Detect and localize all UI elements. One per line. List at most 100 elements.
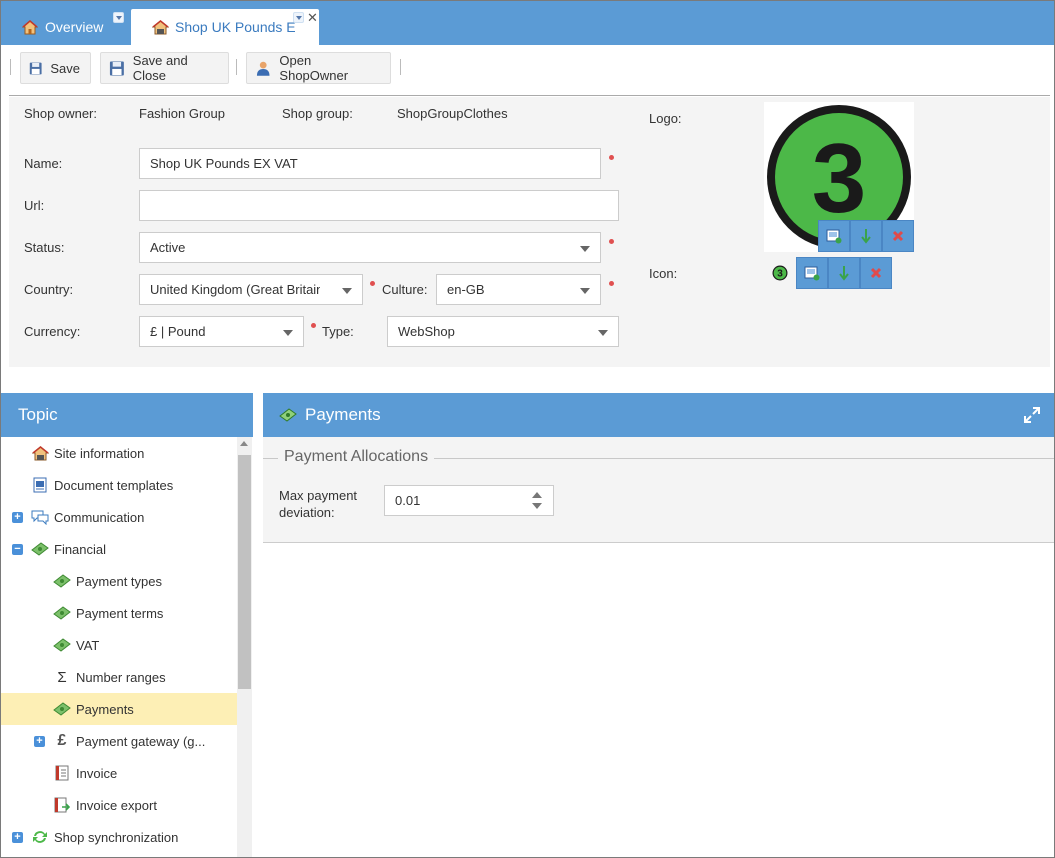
open-shop-owner-label: Open ShopOwner — [279, 53, 349, 83]
application-window: Overview Shop UK Pounds E ✕ Save Save an… — [0, 0, 1055, 858]
tree-item-document-templates[interactable]: Document templates — [1, 469, 237, 501]
tree-item-shop-synchronization[interactable]: + Shop synchronization — [1, 821, 237, 853]
icon-upload-button[interactable] — [796, 257, 828, 289]
icon-delete-button[interactable] — [860, 257, 892, 289]
logo-label: Logo: — [649, 111, 682, 126]
spin-down-icon[interactable] — [532, 503, 542, 509]
payments-panel-header: Payments — [263, 393, 1054, 437]
shop-owner-label: Shop owner: — [24, 106, 97, 121]
tree-item-label: Payment types — [76, 573, 162, 589]
tab-menu-icon[interactable] — [293, 12, 304, 23]
toolbar-separator — [236, 59, 237, 75]
tab-menu-icon[interactable] — [113, 12, 124, 23]
country-select-value: United Kingdom (Great Britain) — [150, 282, 320, 297]
tree-item-payment-terms[interactable]: Payment terms — [1, 597, 237, 629]
currency-label: Currency: — [24, 324, 81, 339]
expand-icon[interactable]: + — [12, 832, 23, 843]
tab-shop[interactable]: Shop UK Pounds E ✕ — [131, 9, 319, 45]
tree-item-invoice-export[interactable]: Invoice export — [1, 789, 237, 821]
tree-item-financial[interactable]: − Financial — [1, 533, 237, 565]
delete-icon — [892, 230, 904, 242]
tree-item-label: Shop synchronization — [54, 829, 179, 845]
chevron-down-icon — [598, 330, 608, 336]
money-icon — [279, 406, 299, 424]
tree-item-label: Financial — [54, 541, 107, 557]
money-icon — [53, 572, 71, 590]
topic-title: Topic — [18, 405, 58, 424]
tree-item-payment-types[interactable]: Payment types — [1, 565, 237, 597]
collapse-icon[interactable]: − — [12, 544, 23, 555]
tree-item-label: Payments — [76, 701, 134, 717]
save-and-close-label: Save and Close — [132, 53, 188, 83]
max-payment-deviation-value: 0.01 — [395, 493, 421, 508]
document-icon — [31, 476, 49, 494]
tree-item-site-information[interactable]: Site information — [1, 437, 237, 469]
culture-select[interactable]: en-GB — [436, 274, 601, 305]
tree-item-payments[interactable]: Payments — [1, 693, 237, 725]
logo-download-button[interactable] — [850, 220, 882, 252]
toolbar-separator — [10, 59, 11, 75]
tree-item-label: Communication — [54, 509, 145, 525]
shop-icon-preview: 3 — [772, 265, 788, 281]
status-select-value: Active — [150, 240, 186, 255]
required-indicator — [609, 281, 614, 286]
save-button[interactable]: Save — [20, 52, 91, 84]
tree-item-label: Payment gateway (g... — [76, 733, 206, 749]
tree-item-label: Document templates — [54, 477, 174, 493]
country-select[interactable]: United Kingdom (Great Britain) — [139, 274, 363, 305]
topic-scrollbar-thumb[interactable] — [238, 455, 251, 689]
chevron-down-icon — [580, 246, 590, 252]
money-icon — [31, 540, 49, 558]
status-label: Status: — [24, 240, 65, 255]
icon-label: Icon: — [649, 266, 678, 281]
logo-delete-button[interactable] — [882, 220, 914, 252]
maximize-icon[interactable] — [1024, 407, 1040, 423]
close-icon[interactable]: ✕ — [307, 10, 318, 26]
name-label: Name: — [24, 156, 63, 171]
save-button-label: Save — [50, 60, 80, 76]
sync-icon — [31, 828, 49, 846]
topic-tree: Site information Document templates + Co… — [1, 437, 237, 857]
image-upload-icon — [804, 266, 820, 281]
chevron-down-icon — [283, 330, 293, 336]
tab-shop-label: Shop UK Pounds E — [175, 19, 296, 35]
tree-item-label: Number ranges — [76, 669, 166, 685]
scroll-up-icon[interactable] — [240, 441, 248, 446]
url-input[interactable] — [139, 190, 619, 221]
required-indicator — [609, 239, 614, 244]
tab-bar: Overview Shop UK Pounds E ✕ — [1, 1, 1054, 45]
floppy-icon — [29, 62, 42, 74]
payment-allocations-title: Payment Allocations — [278, 448, 435, 466]
tree-item-communication[interactable]: + Communication — [1, 501, 237, 533]
icon-download-button[interactable] — [828, 257, 860, 289]
max-payment-deviation-label-line1: Max payment — [279, 488, 358, 503]
tree-item-invoice[interactable]: Invoice — [1, 757, 237, 789]
tree-item-payment-gateway[interactable]: + £ Payment gateway (g... — [1, 725, 237, 757]
tree-item-label: VAT — [76, 637, 100, 653]
open-shop-owner-button[interactable]: Open ShopOwner — [246, 52, 391, 84]
tree-item-vat[interactable]: VAT — [1, 629, 237, 661]
spin-up-icon[interactable] — [532, 492, 542, 498]
type-select[interactable]: WebShop — [387, 316, 619, 347]
toolbar-separator — [400, 59, 401, 75]
currency-select[interactable]: £ | Pound — [139, 316, 304, 347]
shop-icon — [31, 444, 49, 462]
money-icon — [53, 604, 71, 622]
tab-overview[interactable]: Overview — [1, 9, 129, 45]
status-select[interactable]: Active — [139, 232, 601, 263]
save-and-close-button[interactable]: Save and Close — [100, 52, 229, 84]
expand-icon[interactable]: + — [34, 736, 45, 747]
logo-upload-button[interactable] — [818, 220, 850, 252]
name-input[interactable]: Shop UK Pounds EX VAT — [139, 148, 601, 179]
max-payment-deviation-input[interactable]: 0.01 — [384, 485, 554, 516]
max-payment-deviation-label-line2: deviation: — [279, 505, 335, 520]
required-indicator — [609, 155, 614, 160]
topic-panel-header: Topic — [1, 393, 253, 437]
required-indicator — [311, 323, 316, 328]
type-label: Type: — [322, 324, 354, 339]
shop-icon — [151, 19, 169, 35]
shop-owner-value: Fashion Group — [139, 106, 225, 121]
sigma-icon: Σ — [57, 668, 67, 686]
expand-icon[interactable]: + — [12, 512, 23, 523]
tree-item-number-ranges[interactable]: Σ Number ranges — [1, 661, 237, 693]
